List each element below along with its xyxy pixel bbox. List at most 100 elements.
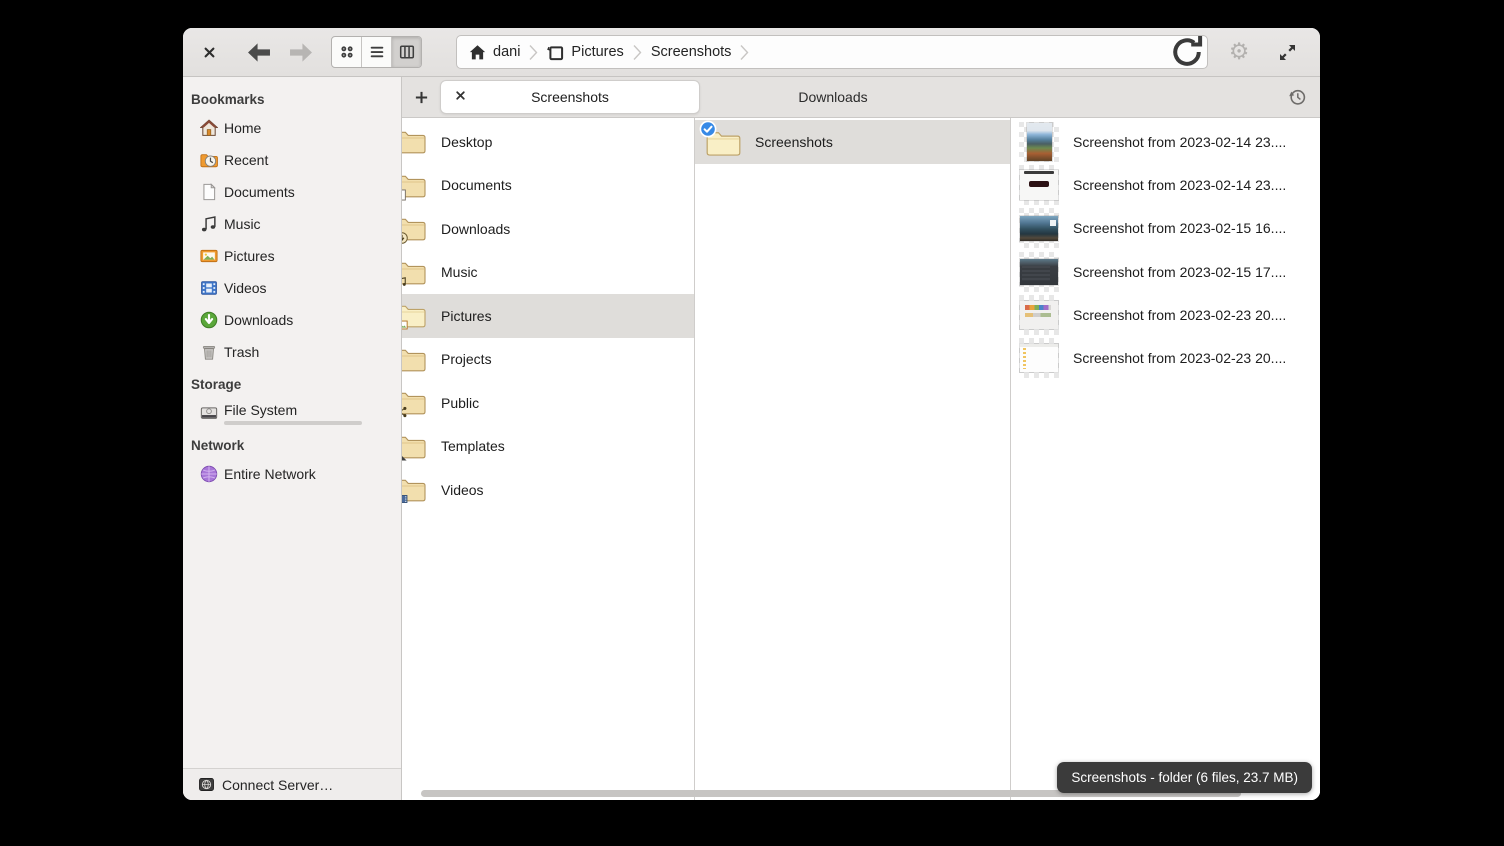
file-row[interactable]: Screenshot from 2023-02-23 20.... [1011, 293, 1320, 336]
column-pictures: Screenshots [695, 118, 1011, 800]
folder-row-downloads[interactable]: Downloads [402, 207, 694, 251]
status-tooltip: Screenshots - folder (6 files, 23.7 MB) [1057, 762, 1312, 793]
template-emblem [402, 450, 408, 462]
file-row[interactable]: Screenshot from 2023-02-23 20.... [1011, 336, 1320, 379]
breadcrumb-label: Screenshots [651, 44, 732, 60]
folder-row-pictures[interactable]: Pictures [402, 294, 694, 338]
sidebar-item-home[interactable]: Home [183, 112, 401, 144]
document-icon [200, 183, 218, 201]
sidebar-item-recent[interactable]: Recent [183, 144, 401, 176]
folder-row-documents[interactable]: Documents [402, 164, 694, 208]
sidebar-item-documents[interactable]: Documents [183, 176, 401, 208]
sidebar-item-music[interactable]: Music [183, 208, 401, 240]
sidebar-item-trash[interactable]: Trash [183, 336, 401, 368]
folder-label: Downloads [441, 221, 510, 237]
sidebar-item-label: Pictures [224, 248, 275, 264]
sidebar-item-label: Documents [224, 184, 295, 200]
folder-icon [402, 345, 427, 374]
folder-label: Videos [441, 482, 484, 498]
crumb-home-icon [469, 44, 486, 61]
list-view-button[interactable] [361, 37, 391, 67]
file-thumbnail [1019, 165, 1059, 205]
file-row[interactable]: Screenshot from 2023-02-14 23.... [1011, 163, 1320, 206]
sidebar-item-pictures[interactable]: Pictures [183, 240, 401, 272]
recent-icon [200, 151, 218, 169]
new-tab-button[interactable] [402, 77, 440, 117]
music-emblem [402, 276, 408, 288]
breadcrumb-label: Pictures [571, 44, 623, 60]
connect-server-button[interactable]: Connect Server… [183, 768, 401, 800]
tab-close-button[interactable] [455, 90, 469, 104]
sidebar-section-title: Network [183, 429, 401, 458]
file-row[interactable]: Screenshot from 2023-02-15 17.... [1011, 250, 1320, 293]
file-thumbnail [1019, 208, 1059, 248]
grid-view-icon [338, 43, 356, 61]
tab-close-icon [455, 90, 466, 101]
folder-row-projects[interactable]: Projects [402, 338, 694, 382]
file-thumbnail [1019, 295, 1059, 335]
history-icon [1287, 87, 1307, 107]
file-thumbnail [1019, 122, 1059, 162]
folder-icon [402, 301, 427, 330]
folder-row-videos[interactable]: Videos [402, 468, 694, 512]
video-emblem [402, 493, 408, 505]
sidebar-item-videos[interactable]: Videos [183, 272, 401, 304]
folder-icon [402, 432, 427, 461]
downloads-icon [200, 311, 218, 329]
tab-downloads[interactable]: Downloads [700, 77, 966, 117]
folder-label: Documents [441, 177, 512, 193]
folder-label: Pictures [441, 308, 492, 324]
file-thumbnail [1019, 338, 1059, 378]
sidebar-item-label: Videos [224, 280, 267, 296]
file-name: Screenshot from 2023-02-23 20.... [1073, 350, 1286, 366]
photo-emblem [402, 319, 408, 331]
folder-label: Projects [441, 351, 492, 367]
sidebar-section-title: Bookmarks [183, 83, 401, 112]
sidebar-item-downloads[interactable]: Downloads [183, 304, 401, 336]
path-bar[interactable]: dani Pictures Screenshots [456, 35, 1208, 69]
fullscreen-button[interactable] [1272, 37, 1302, 67]
folder-row-templates[interactable]: Templates [402, 425, 694, 469]
back-arrow-icon [246, 42, 272, 63]
sidebar-item-label: Trash [224, 344, 259, 360]
plus-icon [414, 90, 429, 105]
tab-screenshots[interactable]: Screenshots [440, 80, 700, 114]
sidebar-section-bookmarks: Bookmarks Home Recent Documents Music [183, 83, 401, 368]
back-button[interactable] [245, 40, 273, 64]
trash-icon [200, 343, 218, 361]
file-name: Screenshot from 2023-02-23 20.... [1073, 307, 1286, 323]
column-view-button[interactable] [391, 37, 421, 67]
forward-button[interactable] [287, 40, 315, 64]
file-name: Screenshot from 2023-02-14 23.... [1073, 134, 1286, 150]
column-places: Desktop Documents Downloads Music Pictur… [402, 118, 695, 800]
folder-icon [402, 475, 427, 504]
settings-menu-button[interactable]: ⚙ [1224, 37, 1254, 67]
document-emblem [402, 189, 408, 201]
file-row[interactable]: Screenshot from 2023-02-15 16.... [1011, 207, 1320, 250]
sidebar-item-entire-network[interactable]: Entire Network [183, 458, 401, 490]
breadcrumb-pictures[interactable]: Pictures [547, 44, 623, 61]
folder-row-screenshots[interactable]: Screenshots [695, 120, 1010, 164]
folder-label: Public [441, 395, 479, 411]
gear-icon: ⚙ [1229, 41, 1250, 64]
breadcrumb-dani[interactable]: dani [469, 44, 520, 61]
toolbar: dani Pictures Screenshots ⚙ [183, 28, 1320, 77]
folder-row-public[interactable]: Public [402, 381, 694, 425]
folder-row-music[interactable]: Music [402, 251, 694, 295]
folder-icon [402, 127, 427, 156]
chevron-right-icon [740, 44, 749, 61]
column-screenshots: Screenshot from 2023-02-14 23.... Screen… [1011, 118, 1320, 800]
main-area: Screenshots Downloads Desktop Documents [402, 77, 1320, 800]
file-row[interactable]: Screenshot from 2023-02-14 23.... [1011, 120, 1320, 163]
breadcrumb-screenshots[interactable]: Screenshots [651, 44, 732, 60]
grid-view-button[interactable] [332, 37, 361, 67]
window-close-button[interactable] [197, 40, 221, 64]
refresh-button[interactable] [1167, 37, 1207, 67]
file-manager-window: dani Pictures Screenshots ⚙ Bookmarks Home… [183, 28, 1320, 800]
folder-icon [402, 171, 427, 200]
sidebar-item-file-system[interactable]: File System [183, 397, 401, 429]
sidebar: Bookmarks Home Recent Documents Music [183, 77, 402, 800]
folder-row-desktop[interactable]: Desktop [402, 120, 694, 164]
sidebar-item-label: Downloads [224, 312, 293, 328]
history-button[interactable] [1274, 77, 1320, 117]
